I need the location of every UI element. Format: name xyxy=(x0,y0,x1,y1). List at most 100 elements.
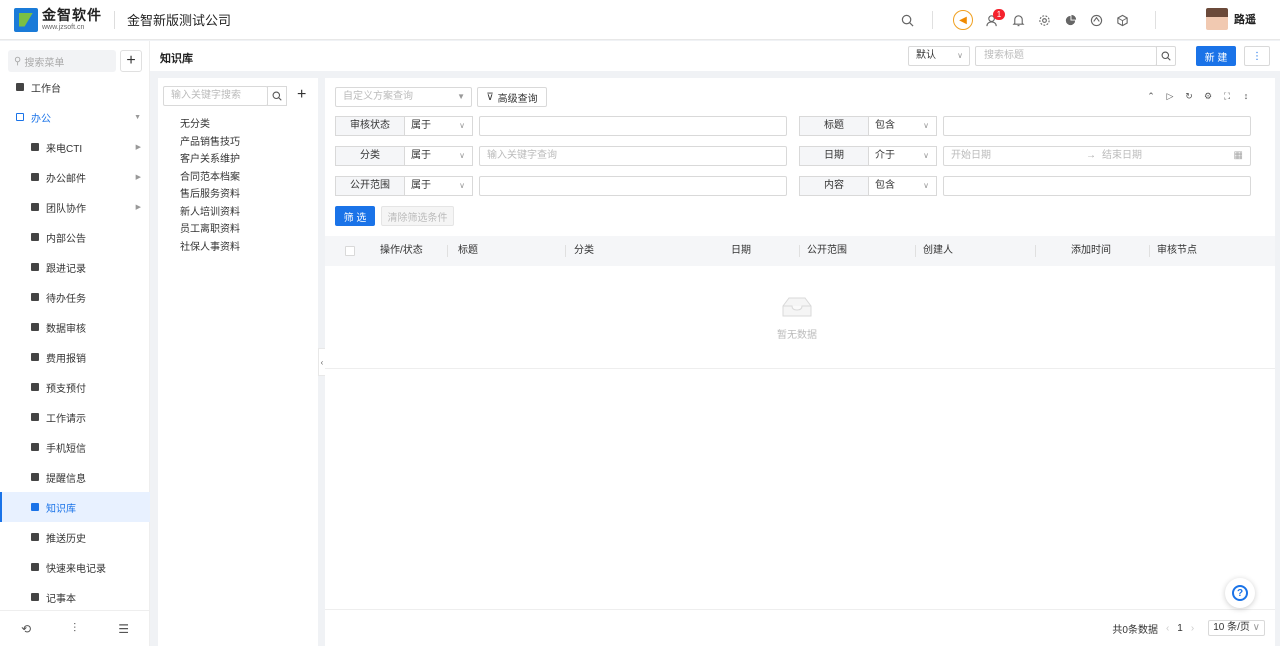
column-header[interactable]: 创建人 xyxy=(923,236,953,266)
sidebar-item-team[interactable]: 团队协作 ▶ xyxy=(0,192,150,222)
folder-icon xyxy=(31,143,39,151)
bell-icon[interactable] xyxy=(1005,0,1031,40)
collapse-up-icon[interactable]: ⌃ xyxy=(1146,91,1156,102)
add-menu-button[interactable]: + xyxy=(120,50,142,72)
next-page-icon[interactable]: › xyxy=(1191,623,1194,634)
view-select[interactable]: 默认 ∨ xyxy=(908,46,970,66)
column-header[interactable]: 添加时间 xyxy=(1071,236,1111,266)
column-divider xyxy=(799,245,800,257)
contacts-icon[interactable]: 1 xyxy=(979,0,1005,40)
sidebar-item-notebook[interactable]: 记事本 xyxy=(0,582,150,612)
avatar xyxy=(1206,8,1228,30)
column-header[interactable]: 审核节点 xyxy=(1157,236,1197,266)
sidebar-item-workbench[interactable]: 工作台 xyxy=(0,72,150,102)
collapse-menu-icon[interactable]: ☰ xyxy=(118,622,129,636)
search-icon[interactable] xyxy=(894,0,920,40)
filter-operator-select[interactable]: 介于 ∨ xyxy=(869,146,937,166)
filter-button[interactable]: 筛 选 xyxy=(335,206,375,226)
divider xyxy=(932,11,933,29)
sidebar-item-knowledge[interactable]: 知识库 xyxy=(0,492,150,522)
column-header[interactable]: 公开范围 xyxy=(807,236,847,266)
category-item[interactable]: 无分类 xyxy=(180,116,240,134)
filter-value-input[interactable]: 输入关键字查询 xyxy=(479,146,787,166)
sidebar-item-push-history[interactable]: 推送历史 xyxy=(0,522,150,552)
new-button[interactable]: 新 建 xyxy=(1196,46,1236,66)
logo[interactable]: 金智软件 www.jzsoft.cn xyxy=(14,7,102,32)
sidebar-item-label: 内部公告 xyxy=(46,233,86,245)
column-header[interactable]: 操作/状态 xyxy=(380,236,423,266)
cube-icon[interactable] xyxy=(1109,0,1135,40)
filter-value-input[interactable] xyxy=(479,116,787,136)
speaker-icon[interactable]: ◀ xyxy=(953,10,973,30)
scheme-placeholder: 自定义方案查询 xyxy=(343,91,413,102)
sidebar-item-request[interactable]: 工作请示 xyxy=(0,402,150,432)
category-item[interactable]: 社保人事资料 xyxy=(180,239,240,257)
sidebar-item-announcement[interactable]: 内部公告 xyxy=(0,222,150,252)
sidebar-item-audit[interactable]: 数据审核 xyxy=(0,312,150,342)
sidebar-item-reminder[interactable]: 提醒信息 xyxy=(0,462,150,492)
sidebar-item-followup[interactable]: 跟进记录 xyxy=(0,252,150,282)
filter-row-category: 分类 属于 ∨ 输入关键字查询 xyxy=(335,146,787,166)
category-item[interactable]: 新人培训资料 xyxy=(180,204,240,222)
history-icon[interactable]: ⟲ xyxy=(21,622,31,636)
filter-value-input[interactable] xyxy=(479,176,787,196)
sidebar-item-label: 费用报销 xyxy=(46,353,86,365)
top-bar: 金智软件 www.jzsoft.cn 金智新版测试公司 ◀ 1 路遥 xyxy=(0,0,1280,40)
sidebar-item-label: 办公 xyxy=(31,113,51,125)
sidebar-item-sms[interactable]: 手机短信 xyxy=(0,432,150,462)
category-item[interactable]: 产品销售技巧 xyxy=(180,134,240,152)
filter-operator-select[interactable]: 属于 ∨ xyxy=(405,116,473,136)
page-size-select[interactable]: 10 条/页 ∨ xyxy=(1208,620,1265,636)
scheme-select[interactable]: 自定义方案查询 ▼ xyxy=(335,87,472,107)
fullscreen-icon[interactable]: ⛶ xyxy=(1222,91,1232,102)
column-header[interactable]: 标题 xyxy=(458,236,478,266)
more-button[interactable]: ⋮ xyxy=(1244,46,1270,66)
filter-operator-select[interactable]: 包含 ∨ xyxy=(869,116,937,136)
app-store-icon[interactable] xyxy=(1083,0,1109,40)
filter-label: 审核状态 xyxy=(335,116,405,136)
sidebar-item-mail[interactable]: 办公邮件 ▶ xyxy=(0,162,150,192)
filter-value-input[interactable] xyxy=(943,176,1251,196)
filter-value-input[interactable] xyxy=(943,116,1251,136)
play-icon[interactable]: ▷ xyxy=(1165,91,1175,102)
menu-search-input[interactable]: ⚲ 搜索菜单 xyxy=(8,50,116,72)
category-item[interactable]: 员工离职资料 xyxy=(180,221,240,239)
sidebar-item-label: 来电CTI xyxy=(46,143,83,155)
title-search-input[interactable]: 搜索标题 xyxy=(975,46,1157,66)
date-range-picker[interactable]: 开始日期 → 结束日期 ▦ xyxy=(943,146,1251,166)
filter-operator-select[interactable]: 包含 ∨ xyxy=(869,176,937,196)
help-button[interactable]: ? xyxy=(1225,578,1255,608)
category-item[interactable]: 售后服务资料 xyxy=(180,186,240,204)
add-category-button[interactable]: + xyxy=(297,86,306,104)
refresh-icon[interactable]: ↻ xyxy=(1184,91,1194,102)
chevron-down-icon: ∨ xyxy=(1252,622,1260,633)
settings-icon[interactable]: ⚙ xyxy=(1203,91,1213,102)
chevron-down-icon: ∨ xyxy=(923,121,929,130)
sidebar-item-cti[interactable]: 来电CTI ▶ xyxy=(0,132,150,162)
filter-operator-select[interactable]: 属于 ∨ xyxy=(405,146,473,166)
category-item[interactable]: 客户关系维护 xyxy=(180,151,240,169)
column-height-icon[interactable]: ↕ xyxy=(1241,91,1251,102)
category-item[interactable]: 合同范本档案 xyxy=(180,169,240,187)
category-search-input[interactable]: 输入关键字搜索 xyxy=(163,86,268,106)
sidebar-item-expense[interactable]: 费用报销 xyxy=(0,342,150,372)
select-all-checkbox[interactable] xyxy=(345,246,355,256)
sidebar-item-office[interactable]: 办公 ▼ xyxy=(0,102,150,132)
pie-chart-icon[interactable] xyxy=(1057,0,1083,40)
column-header[interactable]: 日期 xyxy=(731,236,751,266)
sidebar-item-quick-call[interactable]: 快速来电记录 xyxy=(0,552,150,582)
user-menu[interactable]: 路遥 xyxy=(1206,8,1256,30)
gear-icon[interactable] xyxy=(1031,0,1057,40)
sidebar-item-advance[interactable]: 预支预付 xyxy=(0,372,150,402)
filter-operator-select[interactable]: 属于 ∨ xyxy=(405,176,473,196)
category-search-button[interactable] xyxy=(267,86,287,106)
clear-filter-button[interactable]: 清除筛选条件 xyxy=(381,206,454,226)
settings-sliders-icon[interactable]: ⫶ xyxy=(73,621,76,636)
search-button[interactable] xyxy=(1156,46,1176,66)
sidebar-item-todo[interactable]: 待办任务 xyxy=(0,282,150,312)
menu-search-placeholder: 搜索菜单 xyxy=(24,57,65,69)
prev-page-icon[interactable]: ‹ xyxy=(1166,623,1169,634)
column-header[interactable]: 分类 xyxy=(574,236,594,266)
advanced-search-button[interactable]: ⊽ 高级查询 xyxy=(477,87,547,107)
current-page[interactable]: 1 xyxy=(1177,623,1183,634)
